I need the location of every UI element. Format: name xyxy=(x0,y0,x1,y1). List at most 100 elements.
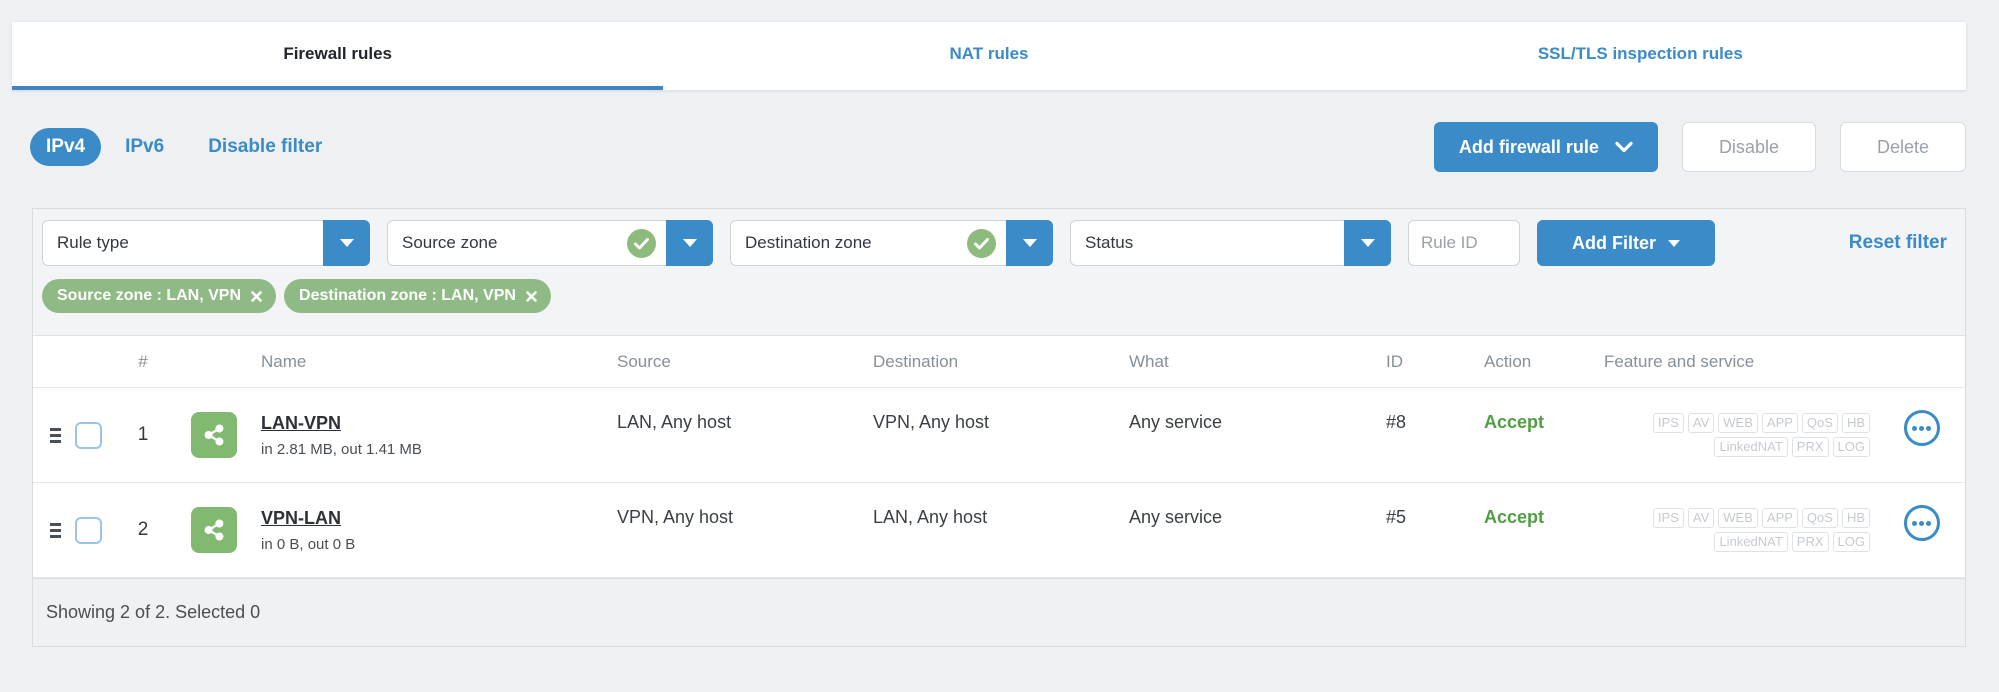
row-cell-checkbox xyxy=(63,388,113,482)
row-cell-number: 2 xyxy=(137,519,149,540)
header-feature-and-service: Feature and service xyxy=(1604,351,1755,371)
source-zone-filter-chip[interactable]: Source zone : LAN, VPN xyxy=(42,279,277,313)
badge-av: AV xyxy=(1687,413,1715,433)
badge-web: WEB xyxy=(1718,413,1758,433)
filter-bar: Rule type Source zone Destination zone S… xyxy=(33,209,1965,266)
tab-nat-rules[interactable]: NAT rules xyxy=(663,22,1314,90)
row-cell-menu xyxy=(1878,483,1965,577)
remove-chip-icon[interactable] xyxy=(526,290,537,302)
rule-id-input[interactable] xyxy=(1408,220,1520,266)
badge-prx: PRX xyxy=(1791,437,1829,457)
badge-app: APP xyxy=(1761,413,1798,433)
badge-ips: IPS xyxy=(1652,508,1684,528)
dropdown-arrow-button[interactable] xyxy=(1006,220,1053,266)
dropdown-arrow-button[interactable] xyxy=(666,220,713,266)
active-filter-chips: Source zone : LAN, VPN Destination zone … xyxy=(33,266,1965,335)
source-zone-dropdown[interactable]: Source zone xyxy=(387,220,713,266)
chip-label: Source zone : LAN, VPN xyxy=(57,287,242,304)
row-cell-action: Accept xyxy=(1484,507,1545,527)
badge-av: AV xyxy=(1687,508,1715,528)
row-cell-destination: LAN, Any host xyxy=(873,507,988,527)
badge-app: APP xyxy=(1761,508,1798,528)
table-row: 2 VPN-LAN in 0 B, out 0 B VPN, Any host … xyxy=(33,483,1965,578)
table-header-row: # Name Source Destination What ID Action… xyxy=(33,336,1965,388)
rule-name-block: LAN-VPN in 2.81 MB, out 1.41 MB xyxy=(261,413,422,458)
header-name: Name xyxy=(261,351,307,371)
dropdown-arrow-button[interactable] xyxy=(323,220,370,266)
destination-zone-dropdown-label: Destination zone xyxy=(745,233,872,252)
filter-applied-check-icon xyxy=(627,229,656,258)
add-filter-button[interactable]: Add Filter xyxy=(1537,220,1715,266)
drag-handle-icon[interactable] xyxy=(48,424,63,447)
chip-label: Destination zone : LAN, VPN xyxy=(299,287,516,304)
rule-traffic-stats: in 2.81 MB, out 1.41 MB xyxy=(261,440,422,458)
row-cell-source: VPN, Any host xyxy=(617,507,734,527)
rule-share-icon xyxy=(191,412,237,458)
caret-down-icon xyxy=(339,239,354,247)
toolbar: IPv4 IPv6 Disable filter Add firewall ru… xyxy=(30,122,1966,172)
rule-share-icon xyxy=(191,507,237,553)
header-action: Action xyxy=(1484,351,1532,371)
row-cell-source: LAN, Any host xyxy=(617,412,732,432)
filter-applied-check-icon xyxy=(967,229,996,258)
status-dropdown-label: Status xyxy=(1085,233,1134,252)
delete-button[interactable]: Delete xyxy=(1839,122,1966,172)
disable-button[interactable]: Disable xyxy=(1681,122,1816,172)
rule-name-link[interactable]: LAN-VPN xyxy=(261,413,341,433)
badge-row-bottom: LinkedNAT PRX LOG xyxy=(1714,532,1870,552)
header-checkbox-spacer xyxy=(63,336,113,387)
row-cell-menu xyxy=(1878,388,1965,482)
drag-handle-icon[interactable] xyxy=(48,519,63,542)
dropdown-arrow-button[interactable] xyxy=(1344,220,1391,266)
tab-firewall-rules[interactable]: Firewall rules xyxy=(12,22,664,90)
ipv4-toggle[interactable]: IPv4 xyxy=(30,128,102,166)
chevron-down-icon xyxy=(1615,141,1633,153)
badge-hb: HB xyxy=(1841,508,1870,528)
row-cell-destination: VPN, Any host xyxy=(873,412,990,432)
badge-row-bottom: LinkedNAT PRX LOG xyxy=(1714,437,1870,457)
header-source: Source xyxy=(617,351,671,371)
status-dropdown[interactable]: Status xyxy=(1070,220,1391,266)
badge-row-top: IPS AV WEB APP QoS HB xyxy=(1652,508,1870,528)
row-cell-what: Any service xyxy=(1129,412,1223,432)
row-actions-menu-icon[interactable] xyxy=(1903,410,1940,446)
badge-log: LOG xyxy=(1832,437,1870,457)
ipv6-toggle[interactable]: IPv6 xyxy=(125,136,164,158)
add-firewall-rule-button[interactable]: Add firewall rule xyxy=(1433,122,1658,172)
badge-prx: PRX xyxy=(1791,532,1829,552)
row-cell-feature-badges: IPS AV WEB APP QoS HB LinkedNAT PRX LOG xyxy=(1588,483,1878,577)
row-cell-name: LAN-VPN in 2.81 MB, out 1.41 MB xyxy=(173,388,601,482)
row-cell-drag xyxy=(33,388,63,482)
destination-zone-dropdown[interactable]: Destination zone xyxy=(730,220,1053,266)
caret-down-icon xyxy=(1022,239,1037,247)
add-firewall-rule-label: Add firewall rule xyxy=(1458,136,1599,157)
rule-name-link[interactable]: VPN-LAN xyxy=(261,508,341,528)
badge-web: WEB xyxy=(1718,508,1758,528)
destination-zone-filter-chip[interactable]: Destination zone : LAN, VPN xyxy=(284,279,551,313)
caret-down-icon xyxy=(1360,239,1375,247)
badge-ips: IPS xyxy=(1652,413,1684,433)
header-id: ID xyxy=(1386,351,1403,371)
rule-type-dropdown[interactable]: Rule type xyxy=(42,220,370,266)
rules-table: # Name Source Destination What ID Action… xyxy=(33,335,1965,646)
badge-row-top: IPS AV WEB APP QoS HB xyxy=(1652,413,1870,433)
row-cell-number: 1 xyxy=(137,424,149,445)
row-cell-feature-badges: IPS AV WEB APP QoS HB LinkedNAT PRX LOG xyxy=(1588,388,1878,482)
row-actions-menu-icon[interactable] xyxy=(1903,505,1940,541)
header-what: What xyxy=(1129,351,1169,371)
source-zone-dropdown-label: Source zone xyxy=(402,233,498,252)
tab-ssl-tls-inspection-rules[interactable]: SSL/TLS inspection rules xyxy=(1315,22,1966,90)
add-filter-label: Add Filter xyxy=(1572,232,1656,253)
tab-bar: Firewall rules NAT rules SSL/TLS inspect… xyxy=(12,22,1966,90)
row-cell-action: Accept xyxy=(1484,412,1545,432)
row-checkbox[interactable] xyxy=(74,421,102,449)
header-destination: Destination xyxy=(873,351,959,371)
reset-filter-link[interactable]: Reset filter xyxy=(1849,232,1947,254)
row-cell-name: VPN-LAN in 0 B, out 0 B xyxy=(173,483,601,577)
disable-filter-link[interactable]: Disable filter xyxy=(208,136,322,158)
row-cell-id: #8 xyxy=(1386,412,1407,432)
badge-log: LOG xyxy=(1832,532,1870,552)
rule-type-dropdown-label: Rule type xyxy=(57,233,129,252)
remove-chip-icon[interactable] xyxy=(251,290,262,302)
row-checkbox[interactable] xyxy=(74,516,102,544)
